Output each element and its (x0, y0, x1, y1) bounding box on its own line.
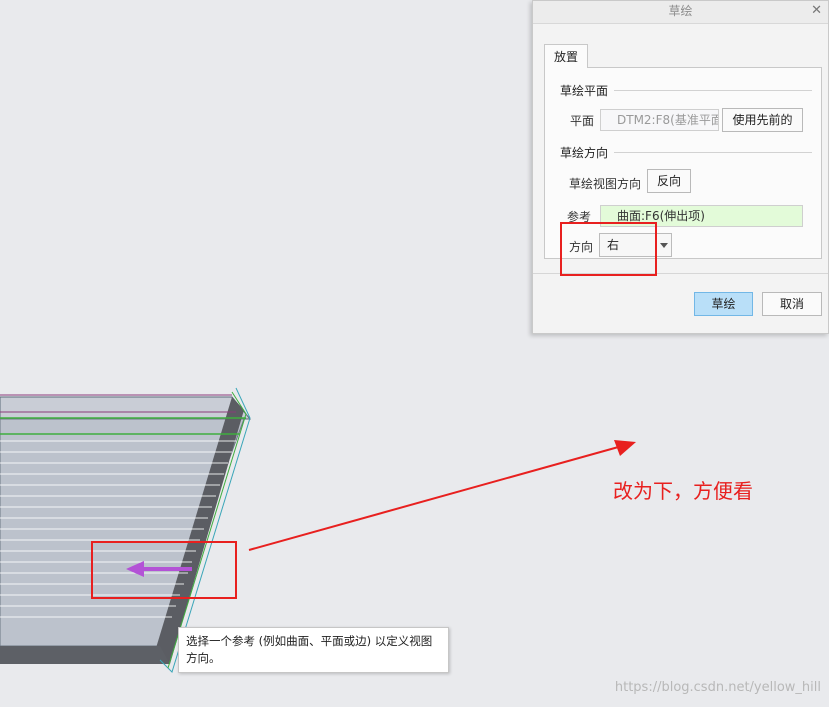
dialog-title: 草绘 (668, 4, 693, 18)
tab-placement[interactable]: 放置 (544, 44, 588, 68)
dialog-titlebar: 草绘 ✕ (533, 1, 828, 24)
annotation-box-arrow (91, 541, 237, 599)
annotation-note: 改为下，方便看 (613, 479, 753, 503)
sketch-orientation-section-title: 草绘方向 (560, 146, 609, 160)
view-direction-label: 草绘视图方向 (569, 177, 642, 191)
sketch-plane-section-title: 草绘平面 (560, 84, 609, 98)
flip-button[interactable]: 反向 (647, 169, 691, 193)
sketch-dialog: 草绘 ✕ 放置 草绘平面 平面 DTM2:F8(基准平面) 使用先前的 草绘方向… (532, 0, 829, 334)
close-icon[interactable]: ✕ (811, 1, 822, 21)
use-previous-button[interactable]: 使用先前的 (722, 108, 803, 132)
annotation-box-orientation (560, 222, 657, 276)
plane-label: 平面 (570, 114, 595, 128)
annotation-arrow (248, 440, 636, 551)
cancel-button[interactable]: 取消 (762, 292, 822, 316)
watermark-text: https://blog.csdn.net/yellow_hill (614, 680, 821, 695)
model-top-face (0, 396, 252, 420)
status-tooltip: 选择一个参考 (例如曲面、平面或边) 以定义视图方向。 (178, 627, 449, 673)
section-divider (614, 152, 812, 153)
model-bottom-edge (0, 646, 170, 664)
section-divider (614, 90, 812, 91)
chevron-down-icon[interactable] (656, 234, 671, 256)
plane-field[interactable]: DTM2:F8(基准平面) (600, 109, 719, 131)
sketch-button[interactable]: 草绘 (694, 292, 753, 316)
